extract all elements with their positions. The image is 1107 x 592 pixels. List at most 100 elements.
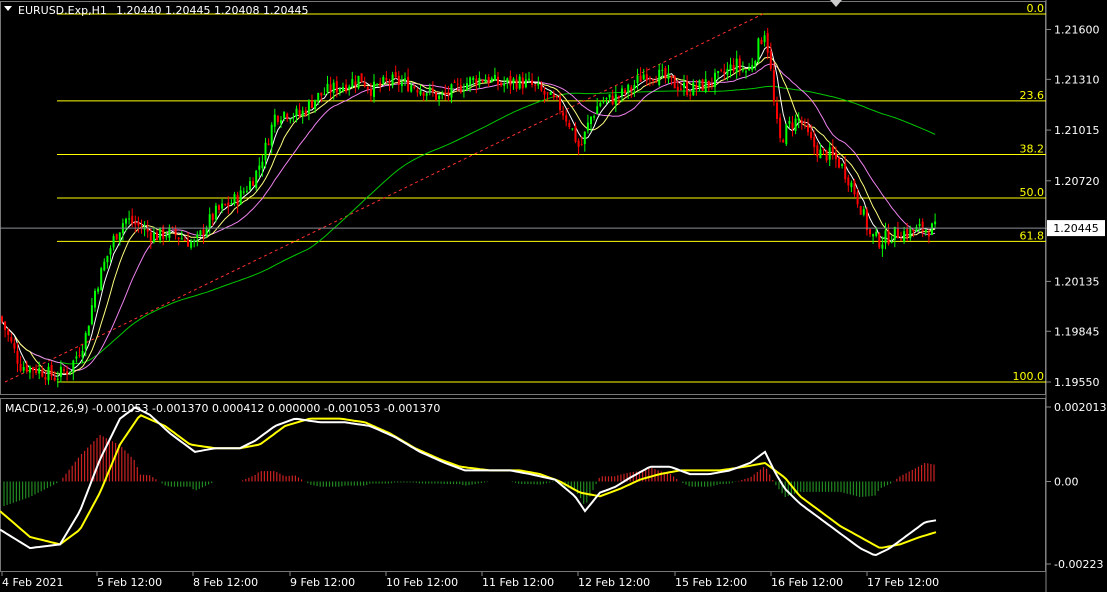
- candle-body: [90, 305, 93, 325]
- candle-body: [106, 255, 109, 263]
- candle-body: [633, 84, 636, 89]
- price-tick-label: 1.19550: [1054, 376, 1100, 389]
- time-tick-label: 4 Feb 2021: [2, 576, 63, 589]
- candle-body: [893, 226, 896, 241]
- candle-body: [506, 78, 509, 83]
- candle-body: [218, 205, 220, 210]
- candle-body: [776, 102, 778, 119]
- candle-body: [630, 87, 633, 91]
- candle-body: [515, 79, 518, 89]
- candle-body: [686, 81, 689, 95]
- candle-body: [242, 191, 245, 193]
- candle-body: [360, 73, 363, 83]
- candle-body: [648, 78, 651, 80]
- candle-body: [72, 360, 75, 372]
- candle-body: [884, 230, 887, 244]
- dropdown-triangle-icon[interactable]: [4, 6, 12, 11]
- candle-body: [667, 73, 670, 79]
- candle-body: [717, 71, 720, 73]
- candle-body: [596, 106, 599, 115]
- candle-body: [422, 92, 425, 96]
- candle-body: [624, 89, 627, 94]
- trading-chart[interactable]: 0.023.638.250.061.8100.0 1.216001.213101…: [0, 0, 1107, 592]
- candle-body: [543, 90, 546, 95]
- candle-body: [636, 75, 639, 83]
- chart-shift-marker-icon[interactable]: [830, 0, 842, 7]
- fibonacci-retracement[interactable]: 0.0 23.6 38.2 50.0 61.8 100.0: [57, 2, 1046, 383]
- current-price-label: 1.20445: [1053, 222, 1099, 235]
- candle-body: [915, 226, 918, 232]
- candle-body: [810, 132, 813, 138]
- candle-body: [797, 118, 800, 121]
- candle-body: [388, 81, 391, 84]
- candle-body: [97, 288, 100, 292]
- candle-body: [304, 110, 307, 115]
- candle-body: [13, 343, 16, 349]
- candle-body: [872, 234, 875, 237]
- candle-body: [183, 239, 186, 241]
- candle-body: [1, 316, 3, 322]
- ma-fast-line: [1, 45, 936, 377]
- candle-body: [856, 192, 859, 205]
- candle-body: [425, 93, 428, 96]
- candle-body: [264, 142, 267, 161]
- fibo-level-label: 23.6: [1020, 89, 1045, 102]
- candle-body: [450, 84, 453, 98]
- time-tick-label: 16 Feb 12:00: [771, 576, 843, 589]
- candle-body: [819, 149, 822, 159]
- candle-body: [118, 232, 121, 241]
- candle-body: [416, 89, 419, 93]
- fibo-level-label: 0.0: [1027, 2, 1045, 15]
- macd-tick-label: 0.002013: [1054, 401, 1107, 414]
- candle-body: [568, 122, 571, 127]
- candle-body: [345, 84, 348, 92]
- candle-body: [599, 102, 602, 107]
- candle-body: [7, 330, 10, 336]
- candle-body: [493, 74, 496, 81]
- candle-body: [379, 82, 382, 86]
- candle-body: [94, 290, 96, 308]
- candle-body: [521, 77, 524, 89]
- time-tick-label: 8 Feb 12:00: [193, 576, 258, 589]
- fibo-level-label: 38.2: [1020, 142, 1045, 155]
- candle-body: [413, 86, 416, 89]
- candle-body: [512, 78, 515, 84]
- candle-body: [785, 124, 788, 145]
- price-tick-label: 1.19845: [1054, 325, 1100, 338]
- candle-body: [484, 79, 487, 83]
- candle-body: [84, 333, 87, 350]
- price-tick-label: 1.21600: [1054, 23, 1100, 36]
- candle-body: [419, 90, 422, 95]
- candle-body: [10, 337, 13, 342]
- candle-body: [847, 177, 850, 186]
- candle-body: [211, 213, 214, 220]
- candle-body: [481, 80, 484, 82]
- candle-body: [311, 101, 313, 108]
- candle-body: [25, 364, 28, 372]
- candle-body: [896, 228, 899, 239]
- candle-body: [466, 83, 468, 91]
- candle-body: [859, 206, 862, 215]
- candle-body: [670, 75, 673, 78]
- candle-body: [748, 68, 751, 71]
- candle-body: [177, 237, 180, 240]
- candle-body: [903, 231, 906, 242]
- macd-axis: 0.002013 0.00 -0.00223: [1046, 401, 1107, 571]
- candle-body: [593, 116, 596, 118]
- candle-body: [782, 140, 785, 143]
- candle-body: [537, 83, 540, 86]
- candle-body: [400, 82, 403, 87]
- candle-body: [720, 69, 723, 71]
- candle-body: [320, 92, 323, 96]
- candle-body: [652, 79, 654, 81]
- candle-body: [338, 88, 341, 92]
- candle-body: [326, 83, 329, 93]
- price-tick-label: 1.20720: [1054, 175, 1100, 188]
- candle-body: [475, 78, 478, 86]
- candle-body: [196, 234, 199, 239]
- candle-body: [689, 94, 692, 96]
- candle-body: [342, 87, 344, 91]
- candle-body: [258, 165, 261, 170]
- candle-body: [890, 241, 893, 243]
- candle-body: [286, 113, 289, 119]
